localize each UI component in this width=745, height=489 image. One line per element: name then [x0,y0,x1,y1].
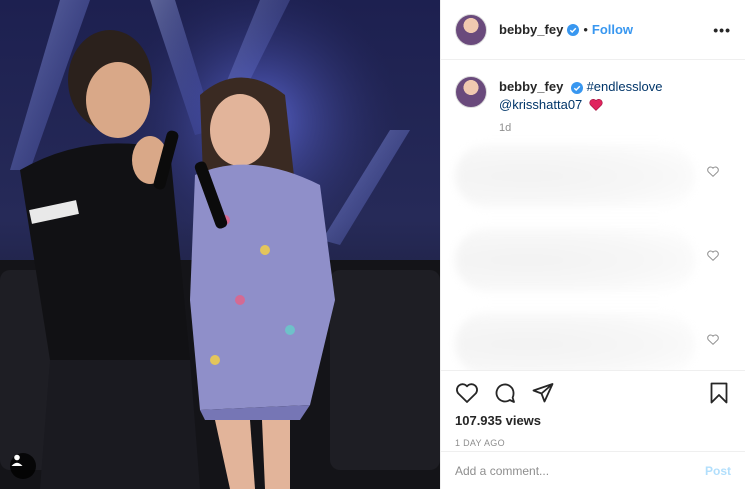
post-header: bebby_fey • Follow ••• [441,0,745,60]
user-tag-icon [11,454,23,466]
comments-list[interactable]: bebby_fey #endlesslove @krisshatta07 1d [441,60,745,370]
caption-mention[interactable]: @krisshatta07 [499,97,582,112]
follow-button[interactable]: Follow [592,22,633,37]
avatar[interactable] [455,13,487,46]
share-icon[interactable] [531,381,555,405]
post-media[interactable] [0,0,440,489]
caption: bebby_fey #endlesslove @krisshatta07 [455,74,731,114]
username-link[interactable]: bebby_fey [499,22,563,37]
verified-badge-icon [570,81,583,94]
avatar[interactable] [455,76,487,108]
like-icon[interactable] [707,166,719,177]
list-item [455,228,731,302]
more-options-icon[interactable]: ••• [713,22,731,38]
separator-dot: • [583,22,588,37]
post-side-panel: bebby_fey • Follow ••• bebby_fey #endles… [440,0,745,489]
caption-hashtag[interactable]: #endlesslove [587,79,663,94]
actions-bar: 107.935 views 1 DAY AGO [441,370,745,448]
post-date: 1 DAY AGO [455,438,505,448]
user-tag-button[interactable] [10,453,36,479]
video-frame [0,0,440,489]
caption-username[interactable]: bebby_fey [499,79,563,94]
comment-input[interactable] [455,463,705,478]
like-icon[interactable] [455,381,479,405]
list-item [455,144,731,218]
add-comment-bar: Post [441,451,745,489]
post-comment-button[interactable]: Post [705,464,731,478]
like-icon[interactable] [707,250,719,261]
list-item [455,312,731,370]
heart-emoji-icon [589,99,603,111]
verified-badge-icon [567,23,580,36]
comment-icon[interactable] [493,381,517,405]
like-icon[interactable] [707,334,719,345]
caption-time: 1d [499,122,512,134]
view-count[interactable]: 107.935 views [455,413,731,428]
save-icon[interactable] [707,381,731,405]
